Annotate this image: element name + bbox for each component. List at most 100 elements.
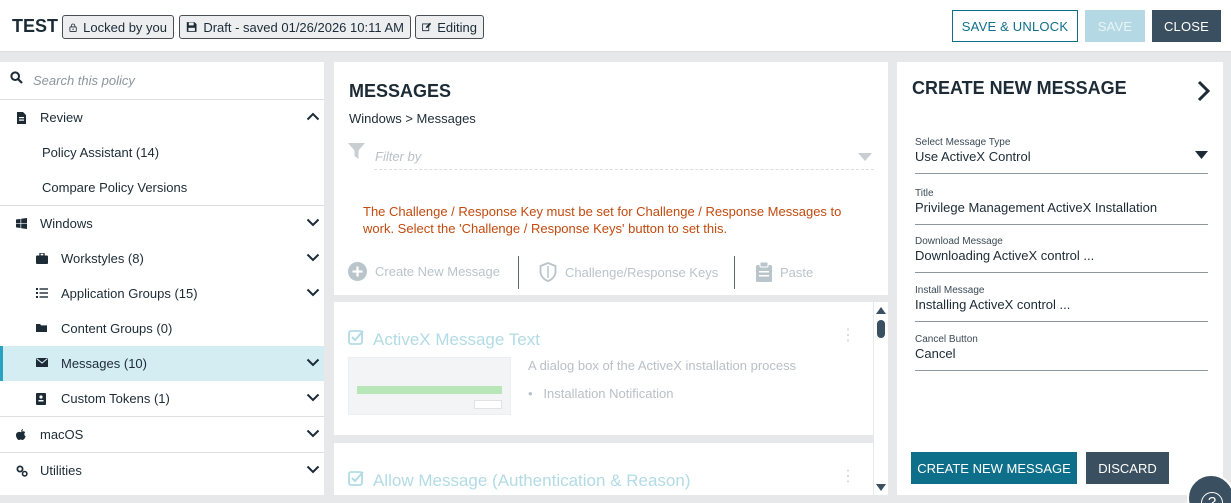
cancel-button-field[interactable]: Cancel Button Cancel [915, 334, 1208, 371]
message-card-category: • Installation Notification [528, 386, 674, 401]
paste-action[interactable]: Paste [756, 262, 813, 282]
review-icon [17, 112, 26, 124]
scroll-down-icon[interactable] [876, 484, 886, 491]
sidebar-label-review: Review [40, 110, 83, 125]
chevron-down-icon[interactable] [306, 429, 320, 438]
filter-placeholder: Filter by [375, 149, 422, 164]
sidebar-item-policy-assistant[interactable]: Policy Assistant (14) [0, 135, 324, 170]
create-message-panel: CREATE NEW MESSAGE Select Message Type U… [897, 62, 1223, 495]
chevron-right-icon[interactable] [1197, 80, 1211, 102]
close-button[interactable]: CLOSE [1152, 10, 1221, 42]
envelope-icon [36, 358, 48, 367]
sidebar-label-application-groups: Application Groups (15) [61, 286, 198, 301]
field-label: Select Message Type [915, 137, 1011, 148]
checked-box-icon [348, 471, 364, 486]
install-message-field[interactable]: Install Message Installing ActiveX contr… [915, 285, 1208, 322]
shield-icon [539, 262, 557, 282]
sidebar-item-custom-tokens[interactable]: Custom Tokens (1) [0, 381, 324, 416]
save-button[interactable]: SAVE [1085, 10, 1145, 42]
sidebar-item-windows[interactable]: Windows [0, 206, 324, 241]
message-thumbnail [348, 357, 511, 415]
sidebar-label-content-groups: Content Groups (0) [61, 321, 173, 336]
message-card-title: ActiveX Message Text [373, 330, 540, 349]
challenge-response-keys-action[interactable]: Challenge/Response Keys [539, 262, 718, 282]
scroll-thumb[interactable] [877, 320, 885, 338]
help-icon: ? [1201, 492, 1223, 503]
panel-title: CREATE NEW MESSAGE [912, 78, 1127, 98]
breadcrumb: Windows > Messages [349, 111, 476, 126]
challenge-key-warning: The Challenge / Response Key must be set… [363, 204, 842, 236]
paste-label: Paste [780, 264, 814, 280]
save-and-unlock-button[interactable]: SAVE & UNLOCK [952, 10, 1078, 42]
chevron-down-icon[interactable] [306, 358, 320, 367]
title-field[interactable]: Title Privilege Management ActiveX Insta… [915, 188, 1208, 225]
discard-button[interactable]: DISCARD [1086, 452, 1169, 484]
sidebar-label-custom-tokens: Custom Tokens (1) [61, 391, 170, 406]
messages-panel: MESSAGES Windows > Messages Filter by Th… [334, 62, 888, 295]
filter-icon [348, 143, 365, 159]
download-message-field[interactable]: Download Message Downloading ActiveX con… [915, 236, 1208, 273]
action-separator [734, 256, 735, 289]
field-value: Cancel [915, 346, 956, 361]
sidebar-item-compare-versions[interactable]: Compare Policy Versions [0, 170, 324, 205]
chevron-down-icon[interactable] [306, 465, 320, 474]
list-icon [36, 288, 48, 298]
message-type-select[interactable]: Select Message Type Use ActiveX Control [915, 137, 1208, 174]
apple-logo-icon [16, 429, 26, 440]
field-label: Download Message [915, 236, 1003, 247]
checked-box-icon [348, 330, 364, 345]
chevron-down-icon[interactable] [306, 253, 320, 262]
policy-sidebar: Search this policy Review Policy Assista… [0, 62, 324, 495]
windows-logo-icon [16, 218, 27, 229]
sidebar-label-messages: Messages (10) [61, 356, 147, 371]
sidebar-label-windows: Windows [40, 216, 93, 231]
sidebar-label-policy-assistant: Policy Assistant (14) [42, 145, 160, 160]
top-bar: TEST Locked by you Draft - saved 01/26/2… [0, 0, 1231, 52]
chevron-down-icon[interactable] [306, 288, 320, 297]
editing-status-badge: Editing [415, 15, 484, 39]
message-card-category-text: Installation Notification [543, 386, 674, 401]
message-list: ActiveX Message Text ⋮ A dialog box of t… [334, 302, 888, 495]
draft-status-badge: Draft - saved 01/26/2026 10:11 AM [179, 15, 411, 39]
more-options-icon[interactable]: ⋮ [840, 469, 856, 485]
more-options-icon[interactable]: ⋮ [840, 328, 856, 344]
message-list-scrollbar[interactable] [874, 302, 888, 495]
briefcase-icon [36, 253, 48, 264]
policy-title: TEST [12, 16, 59, 36]
message-card-description: A dialog box of the ActiveX installation… [528, 358, 797, 373]
lock-icon [69, 23, 77, 32]
field-value: Privilege Management ActiveX Installatio… [915, 200, 1158, 215]
lock-status-label: Locked by you [83, 19, 167, 35]
page-title: MESSAGES [349, 81, 452, 101]
message-card[interactable]: Allow Message (Authentication & Reason) … [334, 443, 873, 495]
save-disk-icon [186, 22, 197, 32]
caret-down-icon [1195, 151, 1208, 159]
field-value: Use ActiveX Control [915, 149, 1031, 164]
sidebar-label-compare-versions: Compare Policy Versions [42, 180, 188, 195]
sidebar-item-review[interactable]: Review [0, 100, 324, 135]
create-new-message-action[interactable]: Create New Message [348, 262, 500, 281]
sidebar-item-utilities[interactable]: Utilities [0, 453, 324, 488]
field-value: Downloading ActiveX control ... [915, 248, 1095, 263]
challenge-response-keys-label: Challenge/Response Keys [565, 264, 719, 280]
sidebar-item-workstyles[interactable]: Workstyles (8) [0, 241, 324, 276]
chevron-down-icon[interactable] [306, 393, 320, 402]
chevron-up-icon[interactable] [306, 112, 320, 121]
policy-search[interactable]: Search this policy [0, 62, 324, 100]
filter-dropdown[interactable]: Filter by [374, 148, 874, 170]
sidebar-item-macos[interactable]: macOS [0, 417, 324, 452]
lock-status-badge: Locked by you [62, 15, 174, 39]
gears-icon [16, 465, 28, 477]
draft-status-label: Draft - saved 01/26/2026 10:11 AM [203, 19, 404, 35]
sidebar-item-content-groups[interactable]: Content Groups (0) [0, 311, 324, 346]
plus-circle-icon [348, 262, 367, 281]
sidebar-label-macos: macOS [40, 427, 84, 442]
chevron-down-icon[interactable] [306, 218, 320, 227]
message-card[interactable]: ActiveX Message Text ⋮ A dialog box of t… [334, 302, 873, 435]
sidebar-item-messages[interactable]: Messages (10) [0, 346, 324, 381]
scroll-up-icon[interactable] [876, 307, 886, 314]
create-new-message-button[interactable]: CREATE NEW MESSAGE [911, 452, 1077, 484]
sidebar-item-application-groups[interactable]: Application Groups (15) [0, 276, 324, 311]
caret-down-icon [858, 153, 872, 161]
field-label: Install Message [915, 285, 985, 296]
